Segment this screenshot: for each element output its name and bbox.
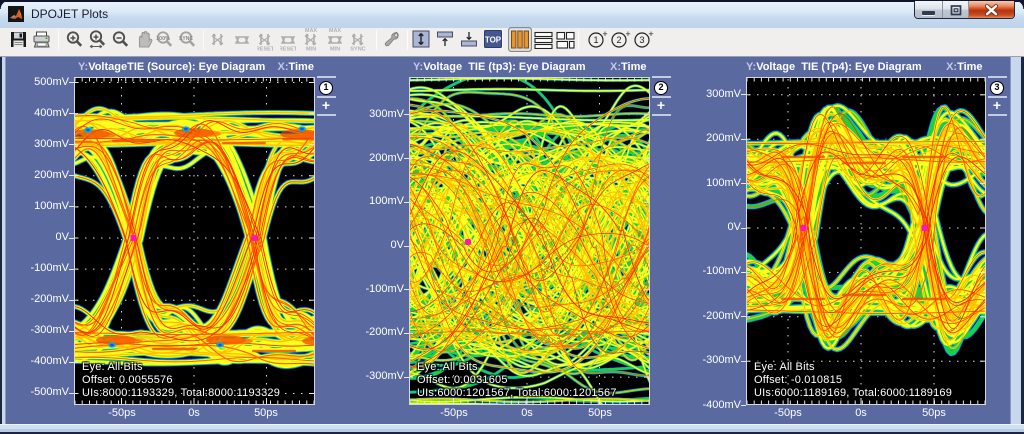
svg-text:SYNC: SYNC — [179, 36, 193, 42]
svg-text:RESET: RESET — [280, 47, 296, 53]
svg-text:TOP: TOP — [485, 36, 502, 45]
svg-text:1: 1 — [593, 35, 598, 45]
svg-text:RESET: RESET — [257, 47, 273, 53]
svg-text:+: + — [648, 30, 653, 39]
svg-text:2: 2 — [616, 35, 621, 45]
svg-text:MIN: MIN — [330, 47, 340, 53]
svg-text:3: 3 — [639, 35, 644, 45]
svg-text:SYNC: SYNC — [350, 47, 365, 53]
svg-text:MIN: MIN — [306, 47, 316, 53]
svg-text:100%: 100% — [156, 36, 170, 42]
svg-text:+: + — [625, 30, 630, 39]
svg-text:+: + — [602, 30, 607, 39]
